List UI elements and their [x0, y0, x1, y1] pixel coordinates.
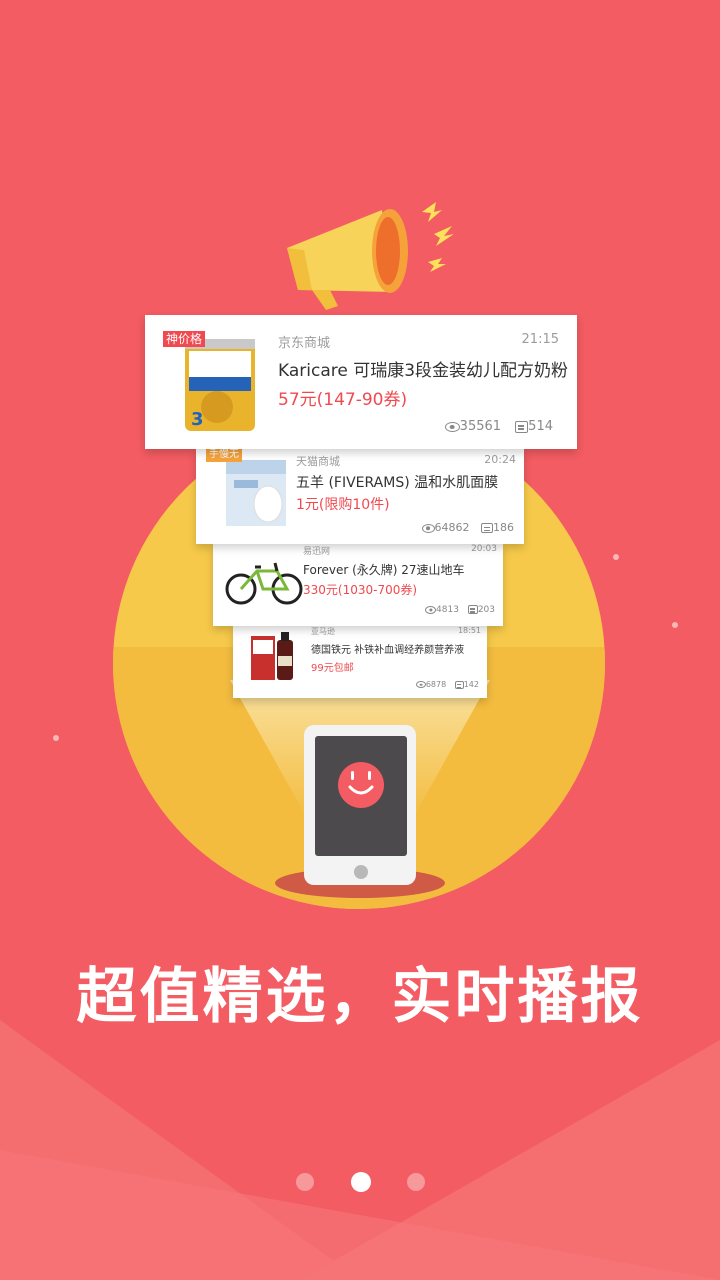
page-indicator-dot[interactable] — [407, 1173, 425, 1191]
product-price: 330元(1030-700券) — [303, 583, 418, 597]
post-time: 20:03 — [471, 544, 497, 554]
phone-icon — [304, 725, 416, 885]
product-title: 五羊 (FIVERAMS) 温和水肌面膜 — [296, 475, 499, 491]
page-indicator-dot[interactable] — [296, 1173, 314, 1191]
deal-card[interactable]: 3 神价格 京东商城 21:15 Karicare 可瑞康3段金装幼儿配方奶粉 … — [145, 315, 577, 449]
eye-icon — [415, 681, 426, 688]
stats: 64862 186 — [421, 521, 514, 534]
product-price: 1元(限购10件) — [296, 497, 390, 513]
view-count: 6878 — [425, 680, 447, 689]
deal-tag: 手慢无 — [206, 448, 242, 462]
headline: 超值精选，实时播报 — [76, 962, 644, 1032]
shop-name: 亚马逊 — [311, 627, 335, 636]
shop-name: 京东商城 — [278, 336, 331, 351]
stats: 6878 142 — [415, 680, 479, 689]
comment-count: 203 — [477, 605, 495, 615]
post-time: 18:51 — [457, 626, 481, 635]
comment-count: 186 — [493, 521, 514, 534]
comment-icon — [467, 605, 478, 614]
megaphone-icon — [287, 202, 454, 310]
deal-card[interactable]: 易迅网 20:03 Forever (永久牌) 27速山地车 330元(1030… — [213, 543, 503, 626]
deal-card[interactable]: 手慢无 天猫商城 20:24 五羊 (FIVERAMS) 温和水肌面膜 1元(限… — [196, 448, 524, 544]
product-title: 德国铁元 补铁补血调经养颜营养液 — [311, 645, 465, 656]
comment-icon — [454, 680, 464, 689]
view-count: 35561 — [459, 419, 502, 434]
comment-icon — [515, 420, 529, 433]
face-mask-image — [226, 460, 286, 526]
product-title: Forever (永久牌) 27速山地车 — [303, 563, 465, 577]
shop-name: 易迅网 — [303, 547, 331, 557]
post-time: 21:15 — [521, 332, 559, 347]
sparkle — [672, 622, 678, 628]
comment-count: 514 — [528, 419, 553, 434]
comment-count: 142 — [463, 680, 479, 689]
eye-icon — [421, 523, 435, 533]
mountain-bike-image — [225, 562, 303, 605]
eye-icon — [425, 605, 437, 614]
view-count: 64862 — [434, 521, 470, 534]
shop-name: 天猫商城 — [296, 455, 340, 468]
svg-text:3: 3 — [191, 409, 204, 430]
milk-powder-can-image: 3 — [185, 339, 255, 431]
deal-tag: 神价格 — [163, 331, 206, 347]
eye-icon — [444, 421, 460, 432]
post-time: 20:24 — [484, 453, 516, 466]
iron-tonic-image — [251, 632, 293, 680]
stats: 35561 514 — [444, 419, 553, 434]
sparkle — [53, 735, 59, 741]
sparkle — [613, 554, 619, 560]
product-price: 99元包邮 — [311, 663, 354, 674]
product-price: 57元(147-90券) — [278, 390, 408, 410]
stats: 4813 203 — [425, 605, 495, 615]
deal-card[interactable]: 亚马逊 18:51 德国铁元 补铁补血调经养颜营养液 99元包邮 6878 14… — [233, 626, 487, 698]
comment-icon — [481, 523, 493, 533]
view-count: 4813 — [436, 605, 459, 615]
product-title: Karicare 可瑞康3段金装幼儿配方奶粉 — [278, 361, 569, 381]
page-indicator-dot-active[interactable] — [351, 1172, 371, 1192]
